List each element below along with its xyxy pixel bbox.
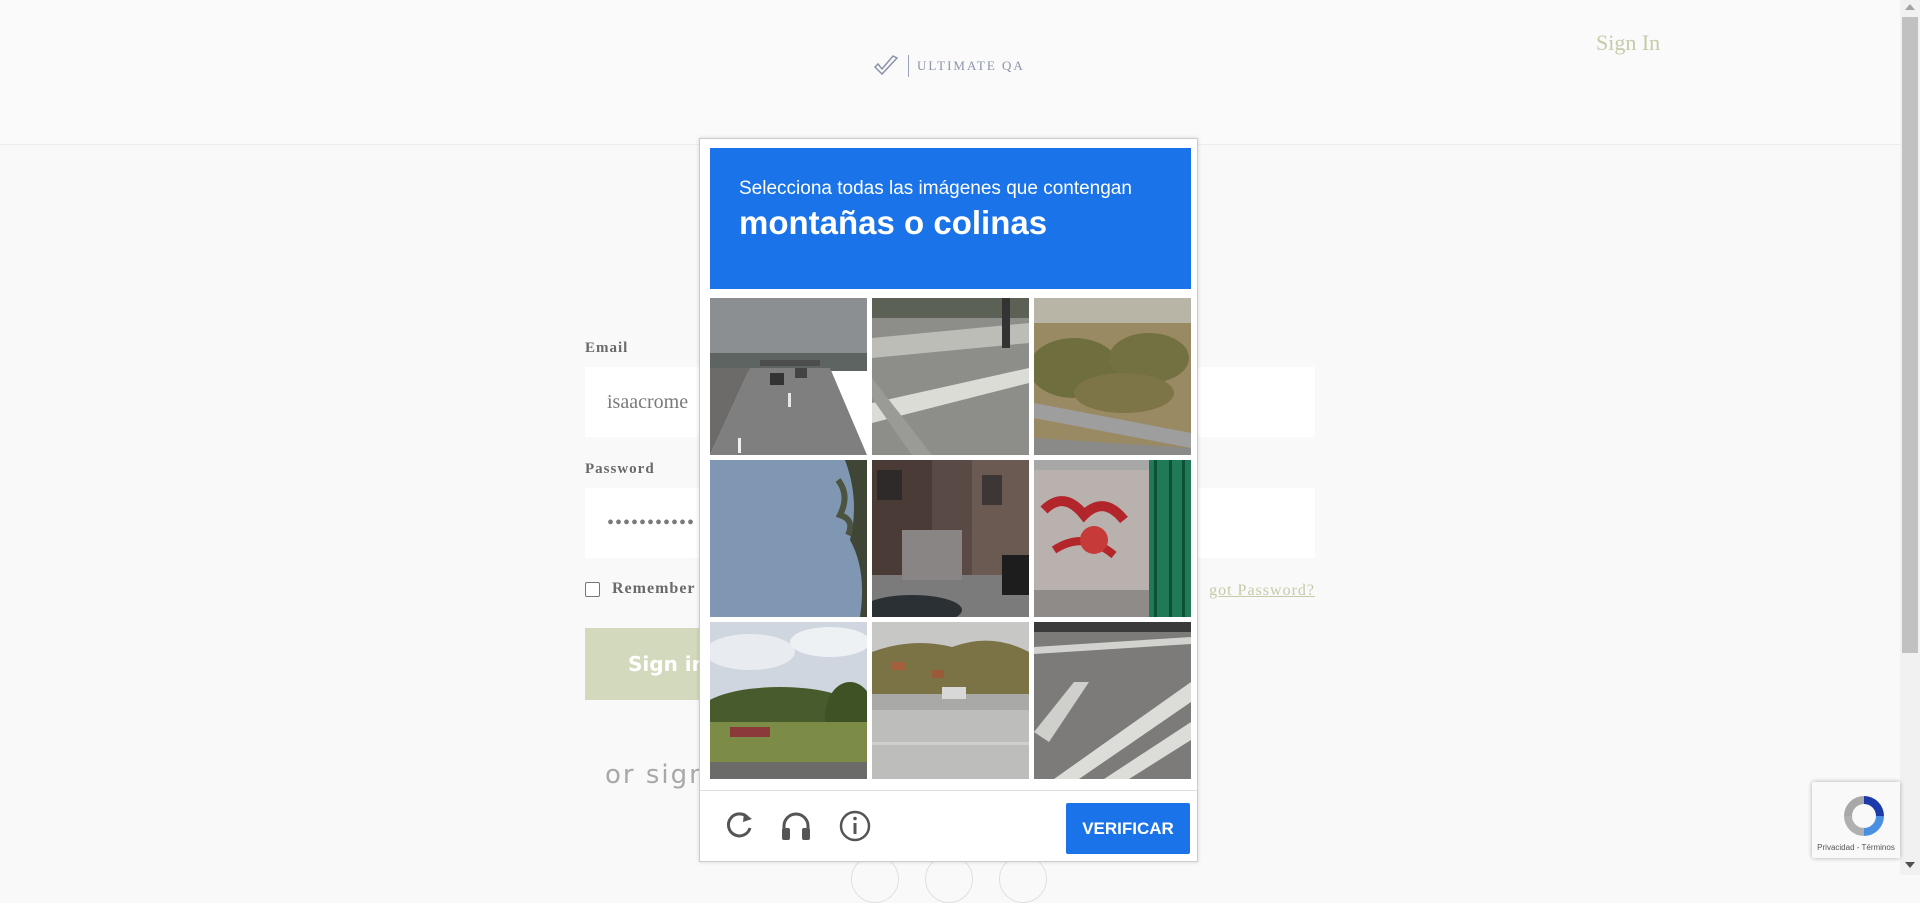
email-label: Email xyxy=(585,340,629,356)
captcha-tile[interactable] xyxy=(872,460,1029,617)
headphones-icon[interactable] xyxy=(779,809,813,843)
password-label: Password xyxy=(585,461,655,477)
forgot-password-link[interactable]: got Password? xyxy=(1209,582,1315,600)
scroll-thumb[interactable] xyxy=(1902,17,1918,653)
captcha-instruction-text: Selecciona todas las imágenes que conten… xyxy=(739,178,1132,199)
captcha-tile[interactable] xyxy=(1034,298,1191,455)
or-sign-in-with-text: or sign xyxy=(605,760,708,790)
captcha-tile[interactable] xyxy=(872,622,1029,779)
recaptcha-logo-icon xyxy=(1844,796,1884,836)
scroll-up-arrow-icon[interactable] xyxy=(1905,4,1915,10)
scroll-down-arrow-icon[interactable] xyxy=(1905,862,1915,868)
captcha-target-text: montañas o colinas xyxy=(739,204,1048,241)
remember-me: Remember xyxy=(585,580,696,598)
reload-icon[interactable] xyxy=(722,809,756,843)
captcha-tile[interactable] xyxy=(1034,622,1191,779)
social-login-button[interactable] xyxy=(999,855,1047,903)
site-logo[interactable]: ULTIMATE QA xyxy=(872,54,1025,78)
captcha-instructions: Selecciona todas las imágenes que conten… xyxy=(710,148,1191,289)
captcha-tile[interactable] xyxy=(710,460,867,617)
remember-label: Remember xyxy=(612,580,696,597)
checkmark-logo-icon xyxy=(873,55,899,76)
remember-checkbox[interactable] xyxy=(585,581,600,597)
info-icon[interactable] xyxy=(838,809,872,843)
captcha-image-grid xyxy=(710,298,1191,779)
social-login-button[interactable] xyxy=(925,855,973,903)
page-scrollbar[interactable] xyxy=(1900,0,1920,875)
social-login-button[interactable] xyxy=(851,855,899,903)
logo-separator xyxy=(908,55,909,77)
header-signin-link[interactable]: Sign In xyxy=(1596,30,1660,56)
captcha-footer: VERIFICAR xyxy=(700,790,1197,862)
captcha-tile[interactable] xyxy=(710,298,867,455)
site-header: ULTIMATE QA Sign In xyxy=(0,0,1900,145)
captcha-tile[interactable] xyxy=(872,298,1029,455)
logo-text: ULTIMATE QA xyxy=(917,58,1025,73)
recaptcha-privacy-terms[interactable]: Privacidad - Términos xyxy=(1812,843,1900,852)
captcha-challenge: Selecciona todas las imágenes que conten… xyxy=(699,138,1198,862)
recaptcha-badge[interactable]: Privacidad - Términos xyxy=(1812,782,1900,858)
captcha-tile[interactable] xyxy=(710,622,867,779)
captcha-tile[interactable] xyxy=(1034,460,1191,617)
verify-button[interactable]: VERIFICAR xyxy=(1066,803,1190,854)
